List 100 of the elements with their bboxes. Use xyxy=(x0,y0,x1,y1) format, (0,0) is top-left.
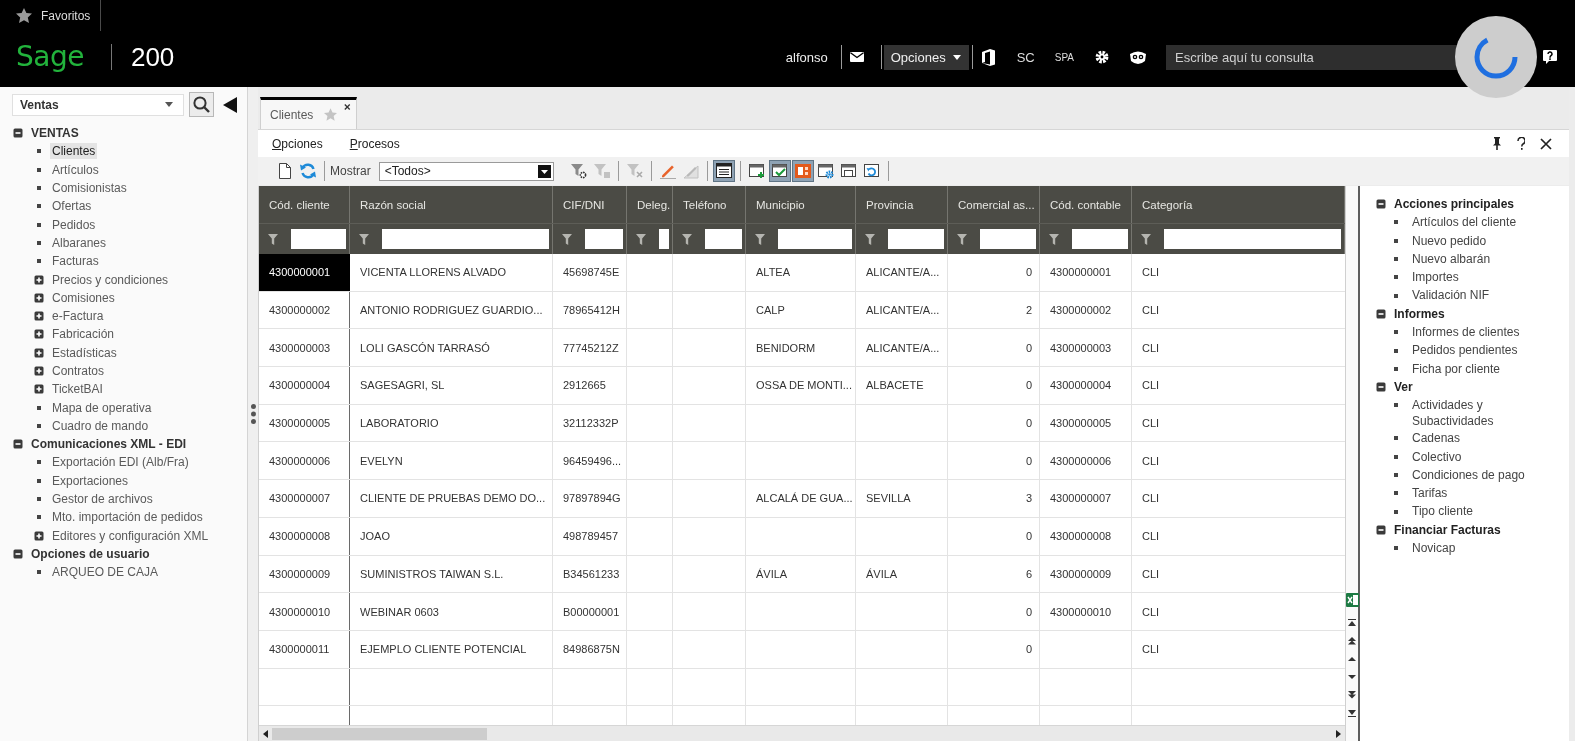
tree-item[interactable]: e-Factura xyxy=(50,308,106,325)
document-tab[interactable]: Clientes xyxy=(260,97,357,129)
tree-item[interactable]: Clientes xyxy=(50,143,98,160)
action-link[interactable]: Pedidos pendientes xyxy=(1412,341,1518,359)
pin-icon[interactable] xyxy=(1492,137,1502,150)
filter-icon[interactable] xyxy=(755,233,765,245)
filter-field[interactable] xyxy=(382,229,549,249)
tree-item[interactable]: Ofertas xyxy=(50,198,94,215)
filter-icon[interactable] xyxy=(1141,233,1151,245)
help-icon[interactable] xyxy=(1543,50,1557,64)
tree-item[interactable]: Comisiones xyxy=(50,289,117,306)
filter-field[interactable] xyxy=(585,229,623,249)
filter-icon[interactable] xyxy=(268,233,278,245)
expand-icon[interactable] xyxy=(34,530,44,541)
first-record-icon[interactable] xyxy=(1348,619,1356,627)
horizontal-scrollbar[interactable] xyxy=(259,725,1345,741)
tree-item[interactable]: TicketBAI xyxy=(50,381,105,398)
collapse-icon[interactable] xyxy=(13,439,23,450)
collapse-icon[interactable] xyxy=(1376,199,1386,210)
tree-item[interactable]: Facturas xyxy=(50,253,101,270)
expand-icon[interactable] xyxy=(34,384,44,395)
gear-icon[interactable] xyxy=(1095,50,1109,64)
splitter-handle-icon[interactable] xyxy=(250,404,256,424)
filter-field[interactable] xyxy=(1072,229,1128,249)
tree-item[interactable]: Albaranes xyxy=(50,234,109,251)
filter-field[interactable] xyxy=(705,229,742,249)
previous-page-icon[interactable] xyxy=(1348,637,1356,645)
user-name[interactable]: alfonso xyxy=(785,49,828,65)
company-button[interactable]: SC xyxy=(1016,49,1035,65)
action-link[interactable]: Novicap xyxy=(1412,539,1456,557)
filter-field[interactable] xyxy=(291,229,346,249)
favorites-button[interactable]: Favoritos xyxy=(0,0,102,31)
tree-item[interactable]: ARQUEO DE CAJA xyxy=(50,564,161,581)
filter-field[interactable] xyxy=(778,229,852,249)
collapse-icon[interactable] xyxy=(13,548,23,559)
filter-icon[interactable] xyxy=(562,233,572,245)
help-icon[interactable] xyxy=(1517,137,1525,150)
action-link[interactable]: Actividades y Subactividades xyxy=(1412,396,1552,430)
expand-icon[interactable] xyxy=(34,329,44,340)
tree-item[interactable]: Exportación EDI (Alb/Fra) xyxy=(50,454,191,471)
close-icon[interactable] xyxy=(344,103,351,111)
tree-item[interactable]: Pedidos xyxy=(50,216,98,233)
action-link[interactable]: Artículos del cliente xyxy=(1412,213,1517,231)
action-link[interactable]: Nuevo pedido xyxy=(1412,231,1487,249)
action-link[interactable]: Ficha por cliente xyxy=(1412,359,1501,377)
scrollbar-thumb[interactable] xyxy=(272,727,487,740)
tree-item[interactable]: Opciones de usuario xyxy=(29,545,152,562)
expand-icon[interactable] xyxy=(34,274,44,285)
action-link[interactable]: Importes xyxy=(1412,268,1459,286)
filter-icon[interactable] xyxy=(682,233,692,245)
close-icon[interactable] xyxy=(1540,137,1552,150)
star-icon[interactable] xyxy=(324,107,338,122)
last-record-icon[interactable] xyxy=(1348,709,1356,717)
tree-item[interactable]: Cuadro de mando xyxy=(50,417,151,434)
spreadsheet-icon[interactable] xyxy=(1345,593,1359,607)
expand-icon[interactable] xyxy=(34,292,44,303)
tree-item[interactable]: Comunicaciones XML - EDI xyxy=(29,436,189,453)
language-button[interactable]: SPA xyxy=(1054,51,1074,63)
search-button[interactable] xyxy=(189,92,214,117)
search-field[interactable]: Escribe aquí tu consulta xyxy=(1166,44,1458,70)
action-link[interactable]: Colectivo xyxy=(1412,447,1462,465)
expand-icon[interactable] xyxy=(34,366,44,376)
section-title[interactable]: Financiar Facturas xyxy=(1394,520,1501,540)
tree-item[interactable]: VENTAS xyxy=(29,125,81,142)
tree-item[interactable]: Editores y configuración XML xyxy=(50,527,211,544)
action-link[interactable]: Cadenas xyxy=(1412,429,1461,447)
options-button[interactable]: Opciones xyxy=(883,44,969,70)
toolbar-button[interactable] xyxy=(768,160,791,182)
action-link[interactable]: Tarifas xyxy=(1412,484,1448,502)
tree-item[interactable]: Mapa de operativa xyxy=(50,399,154,416)
collapse-icon[interactable] xyxy=(1376,382,1386,393)
expand-icon[interactable] xyxy=(34,347,44,358)
filter-dropdown[interactable]: <Todos> xyxy=(378,161,554,181)
collapse-icon[interactable] xyxy=(13,128,23,139)
collapse-icon[interactable] xyxy=(1376,308,1386,319)
next-page-icon[interactable] xyxy=(1348,691,1356,699)
toolbar-button[interactable] xyxy=(712,160,735,182)
filter-icon[interactable] xyxy=(636,233,646,245)
tree-item[interactable]: Estadísticas xyxy=(50,344,119,361)
action-link[interactable]: Tipo cliente xyxy=(1412,502,1473,520)
tree-item[interactable]: Gestor de archivos xyxy=(50,491,155,508)
filter-field[interactable] xyxy=(888,229,944,249)
menu-item[interactable]: Procesos xyxy=(349,136,400,151)
action-link[interactable]: Nuevo albarán xyxy=(1412,249,1491,267)
tree-item[interactable]: Fabricación xyxy=(50,326,117,343)
scroll-right-icon[interactable] xyxy=(1336,729,1341,738)
next-record-icon[interactable] xyxy=(1348,673,1356,681)
scroll-left-icon[interactable] xyxy=(263,729,268,738)
action-link[interactable]: Validación NIF xyxy=(1412,286,1490,304)
section-title[interactable]: Acciones principales xyxy=(1394,195,1515,214)
tree-item[interactable]: Artículos xyxy=(50,161,101,178)
filter-field[interactable] xyxy=(659,229,669,249)
module-dropdown[interactable]: Ventas xyxy=(12,93,184,116)
tree-item[interactable]: Exportaciones xyxy=(50,472,131,489)
tree-item[interactable]: Precios y condiciones xyxy=(50,271,171,288)
mail-icon[interactable] xyxy=(849,52,864,62)
filter-field[interactable] xyxy=(1164,229,1341,249)
collapse-sidebar-icon[interactable] xyxy=(223,96,237,113)
office-icon[interactable] xyxy=(981,48,995,66)
section-title[interactable]: Ver xyxy=(1394,377,1413,397)
